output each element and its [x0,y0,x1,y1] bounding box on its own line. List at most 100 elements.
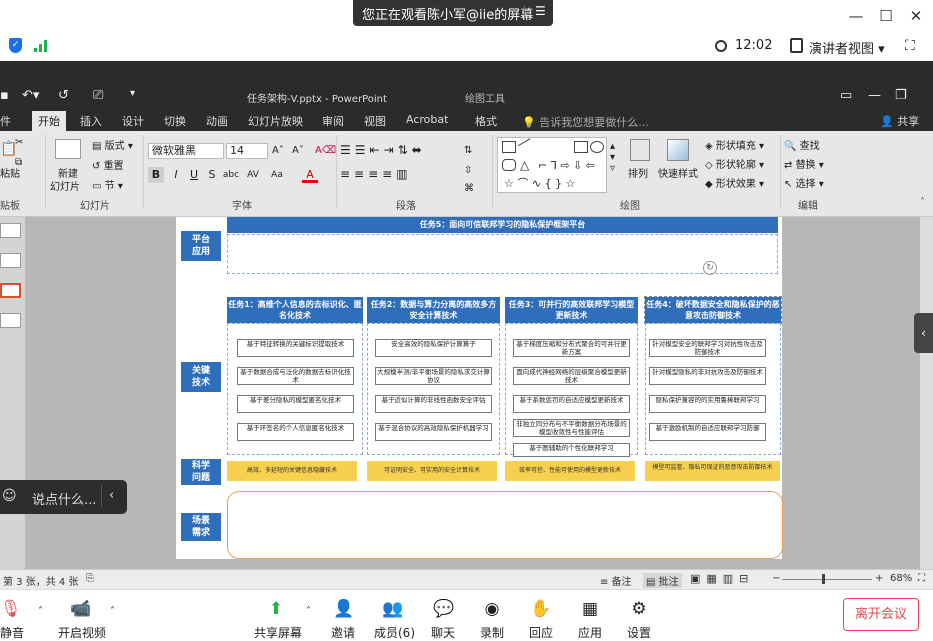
view-buttons[interactable]: ▣▦▥⊟ [690,572,754,585]
new-slide-icon[interactable] [55,139,81,159]
ppt-minimize-icon[interactable]: — [868,88,881,103]
share-button[interactable]: 👤 共享 [880,113,919,129]
task1-item-4[interactable]: 基于环签名的个人信息匿名化技术 [237,423,354,441]
camera-off-icon[interactable]: 📹 [70,600,91,618]
share-options-icon[interactable]: ˄ [306,606,311,617]
text-direction-icon[interactable]: ⇅ [464,145,472,156]
redo-icon[interactable]: ↺ [58,88,69,103]
quick-styles-button[interactable]: 快速样式 [658,165,698,180]
tab-view[interactable]: 视图 [364,113,386,129]
microphone-muted-icon[interactable]: 🎙 [0,600,22,618]
security-shield-icon[interactable]: ✓ [9,38,22,53]
task3-item-4[interactable]: 非独立同分布与不平衡数据分布场景的模型收敛性与性能评估 [513,419,630,437]
section-button[interactable]: ▭ 节 ▾ [92,177,123,192]
chat-collapse-icon[interactable]: ‹ [109,488,114,503]
tab-review[interactable]: 审阅 [322,113,344,129]
task3-item-5[interactable]: 基于图辅助的个性化联邦学习 [513,443,630,457]
underline-button[interactable]: U [186,167,202,183]
record-icon[interactable]: ◉ [482,600,502,618]
task1-item-2[interactable]: 基于数据合成与泛化的数据去标识化技术 [237,367,354,385]
quick-styles-icon[interactable] [667,139,689,161]
task1-item-1[interactable]: 基于特征转换的关键标识提取技术 [237,339,354,357]
apps-button[interactable]: 应用 [578,624,602,641]
collapse-ribbon-icon[interactable]: ˄ [920,197,925,208]
task2-item-4[interactable]: 基于混合协议的高效隐私保护机器学习 [375,423,492,441]
shrink-font-icon[interactable]: A˅ [292,145,304,156]
tab-transitions[interactable]: 切换 [164,113,186,129]
replace-button[interactable]: ⇄ 替换 ▾ [784,156,824,171]
task4-header[interactable]: 任务4：破坏数据安全和隐私保护的恶意攻击防御技术 [644,296,782,324]
comments-button[interactable]: ▤ 批注 [643,573,682,588]
thumbnail-3[interactable] [0,283,21,298]
reaction-icon[interactable]: ✋ [530,600,551,618]
tab-format[interactable]: 格式 [475,113,497,129]
task3-header[interactable]: 任务3：可并行的高效联邦学习模型更新技术 [505,297,638,323]
ppt-restore-icon[interactable]: ❐ [895,88,907,103]
slideshow-icon[interactable]: ⎚ [93,88,103,103]
gallery-scroll-icon[interactable]: ▴ ▾ ▿ [610,141,615,174]
task4-item-4[interactable]: 基于激励机制的自适应联邦学习防御 [649,423,766,441]
task4-item-2[interactable]: 针对模型隐私的非对抗攻击及防御技术 [649,367,766,385]
arrange-button[interactable]: 排列 [628,165,648,180]
task3-item-3[interactable]: 基于系数惩罚的自适应模型更新技术 [513,395,630,413]
video-options-icon[interactable]: ˄ [110,606,115,617]
rotate-handle-icon[interactable]: ↻ [703,261,717,275]
shadow-button[interactable]: S [204,167,220,183]
thumbnail-4[interactable] [0,313,21,328]
chat-popup[interactable]: ☺ 说点什么... ‹ [0,480,127,514]
select-button[interactable]: ↖ 选择 ▾ [784,175,824,190]
record-button[interactable]: 录制 [480,624,504,641]
settings-button[interactable]: 设置 [627,624,651,641]
viewing-banner[interactable]: 您正在观看陈小军@iie的屏幕 ☰ [353,0,553,26]
spellcheck-icon[interactable]: ⎘ [86,573,94,584]
zoom-out-icon[interactable]: − [772,573,780,584]
leave-meeting-button[interactable]: 离开会议 [843,598,919,631]
cut-icon[interactable]: ✂ [15,137,23,148]
chat-button[interactable]: 聊天 [431,624,455,641]
oval-shape-icon[interactable] [590,141,604,153]
zoom-level[interactable]: 68% [890,573,912,584]
mute-button[interactable]: 静音 [0,624,24,641]
rounded-rect-shape-icon[interactable] [502,159,516,171]
signal-strength-icon[interactable] [34,40,48,52]
chat-icon[interactable]: 💬 [433,600,454,618]
save-icon[interactable]: ▪ [0,88,9,103]
reset-button[interactable]: ↺ 重置 [92,157,124,172]
strikethrough-button[interactable]: abc [222,167,240,183]
close-icon[interactable]: ✕ [905,6,927,26]
undo-icon[interactable]: ↶▾ [22,88,39,103]
task4-science[interactable]: 模型可监管、隐私可保证的恶意攻击防御技术 [645,461,780,481]
task4-item-1[interactable]: 针对模型安全的联邦学习对抗性攻击及防御技术 [649,339,766,357]
share-screen-icon[interactable]: ⬆ [266,600,286,618]
zoom-thumb[interactable] [822,574,825,584]
align-text-icon[interactable]: ⇳ [464,165,472,176]
smartart-icon[interactable]: ⌘ [464,183,474,194]
menu-icon[interactable]: ☰ [535,4,546,18]
textbox-shape-icon[interactable] [502,141,516,153]
task2-science[interactable]: 可证明安全、可实用的安全计算技术 [367,461,497,481]
rectangle-shape-icon[interactable] [574,141,588,153]
task1-item-3[interactable]: 基于差分隐私的模型匿名化技术 [237,395,354,413]
vertical-scrollbar[interactable] [920,217,933,569]
task2-item-3[interactable]: 基于近似计算的非线性函数安全评估 [375,395,492,413]
find-button[interactable]: 🔍 查找 [784,137,820,152]
settings-gear-icon[interactable]: ⚙ [629,600,649,618]
clear-format-icon[interactable]: A⌫ [315,145,336,156]
new-slide-label-2[interactable]: 幻灯片 [50,178,80,193]
tab-file[interactable]: 件 [0,113,11,129]
change-case-button[interactable]: Aa [268,167,286,183]
font-color-button[interactable]: A [302,167,318,183]
task4-item-3[interactable]: 隐私保护兼容的的实用鲁棒联邦学习 [649,395,766,413]
tab-animations[interactable]: 动画 [206,113,228,129]
platform-area[interactable] [227,234,778,274]
notes-button[interactable]: ≡ 备注 [600,573,632,588]
char-spacing-button[interactable]: AV [244,167,262,183]
bold-button[interactable]: B [148,167,164,183]
more-shapes-icon[interactable]: ⌐ ⅂ ⇨ ⇩ ⇦ [538,159,595,172]
task1-science[interactable]: 高效、多延短的关键信息隐藏技术 [227,461,357,481]
presenter-view-button[interactable]: 演讲者视图 ▾ [809,38,885,57]
emoji-icon[interactable]: ☺ [2,488,17,504]
task3-science[interactable]: 效率可控、性能可使用的模型更新技术 [505,461,635,481]
fullscreen-icon[interactable]: ⛶ [905,38,915,54]
tab-home[interactable]: 开始 [32,111,66,131]
